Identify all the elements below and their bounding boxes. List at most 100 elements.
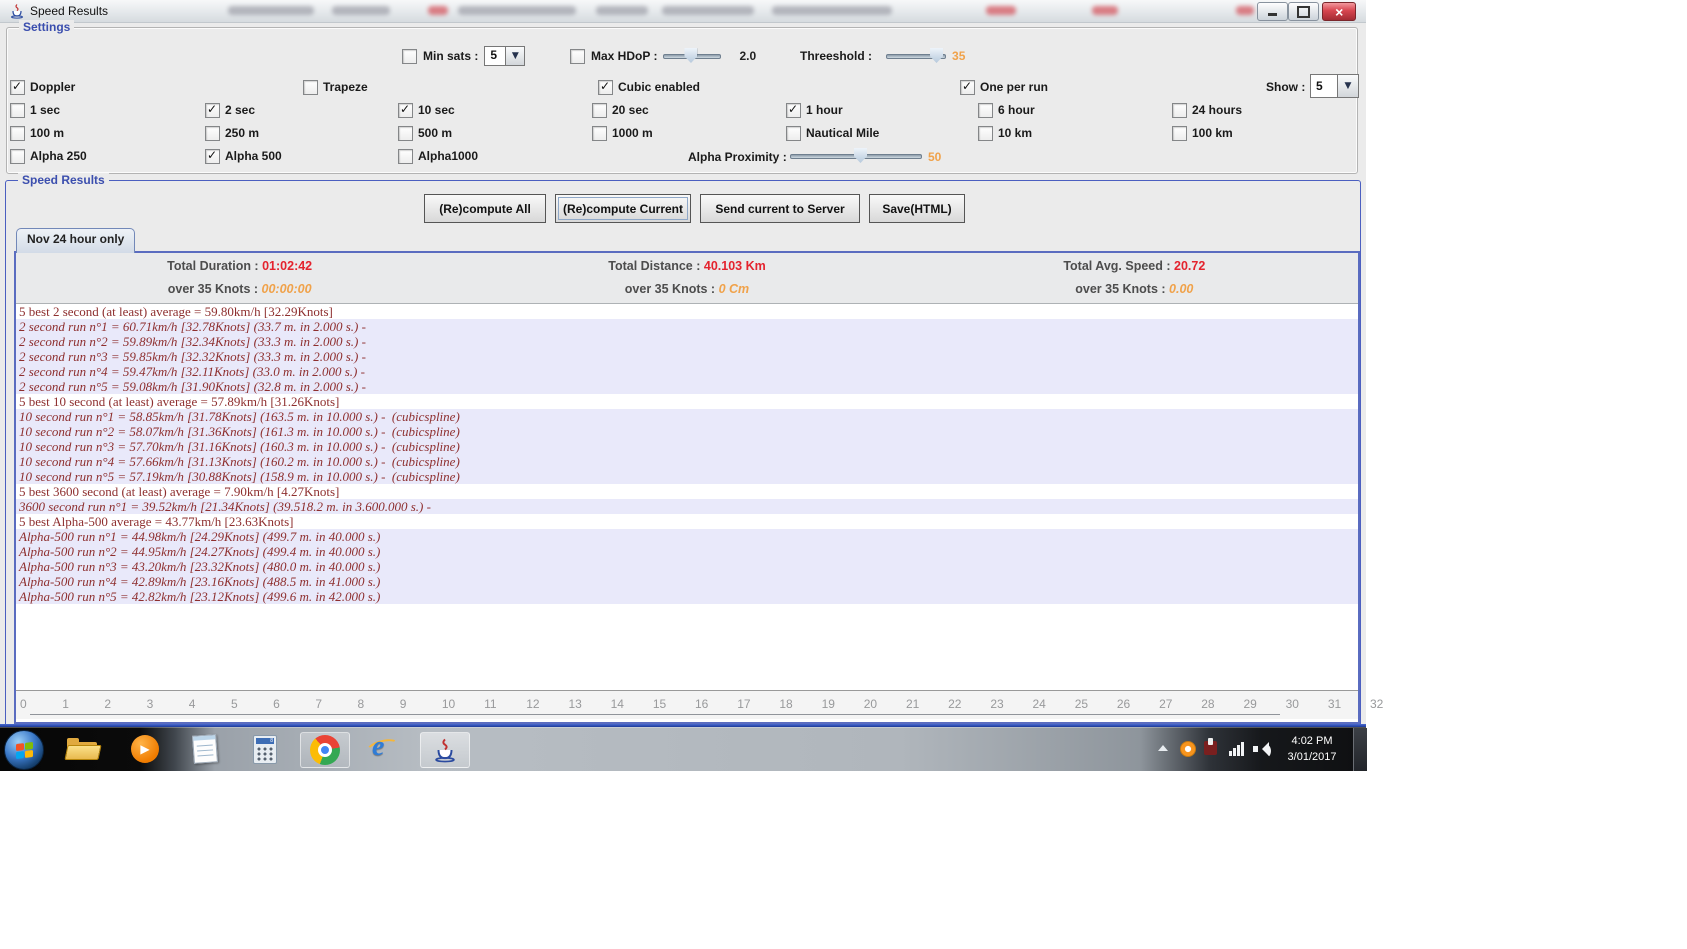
checkbox-alpha-1000[interactable]: Alpha1000 <box>398 148 478 164</box>
checkbox-box <box>205 126 220 141</box>
show-value: 5 <box>1310 74 1337 98</box>
checkbox-box <box>205 103 220 118</box>
checkbox-500-m[interactable]: 500 m <box>398 125 452 141</box>
stat-over-value: 00:00:00 <box>262 282 312 296</box>
checkbox-label: 500 m <box>418 126 452 140</box>
checkbox-label: Alpha1000 <box>418 149 478 163</box>
ruler-tick: 30 <box>1284 691 1326 719</box>
show-desktop-button[interactable] <box>1353 728 1367 771</box>
maximize-button[interactable] <box>1288 2 1319 21</box>
result-line: 10 second run n°3 = 57.70km/h [31.16Knot… <box>16 439 1358 454</box>
send-current-to-server-button[interactable]: Send current to Server <box>700 194 860 223</box>
result-line: 2 second run n°3 = 59.85km/h [32.32Knots… <box>16 349 1358 364</box>
checkbox-box <box>592 103 607 118</box>
checkbox-box <box>10 80 25 95</box>
checkbox-one-per-run[interactable]: One per run <box>960 79 1048 95</box>
recompute-all-button[interactable]: (Re)compute All <box>424 194 546 223</box>
checkbox-1000-m[interactable]: 1000 m <box>592 125 653 141</box>
stat-total-distance: Total Distance : 40.103 Km over 35 Knots… <box>463 253 910 303</box>
checkbox-box <box>303 80 318 95</box>
checkbox-nautical-mile[interactable]: Nautical Mile <box>786 125 879 141</box>
checkbox-box <box>978 126 993 141</box>
checkbox-100-m[interactable]: 100 m <box>10 125 64 141</box>
threshold-slider[interactable] <box>886 48 946 64</box>
checkbox-24-hours[interactable]: 24 hours <box>1172 102 1242 118</box>
volume-icon[interactable] <box>1253 742 1271 756</box>
alpha-proximity-slider[interactable] <box>790 148 922 164</box>
checkbox-label: 20 sec <box>612 103 649 117</box>
titlebar-ghost <box>986 6 1016 15</box>
checkbox-doppler[interactable]: Doppler <box>10 79 75 95</box>
checkbox-label: 6 hour <box>998 103 1035 117</box>
taskbar-calculator[interactable]: 8 <box>246 732 284 766</box>
checkbox-box <box>592 126 607 141</box>
result-line: Alpha-500 run n°4 = 42.89km/h [23.16Knot… <box>16 574 1358 589</box>
result-line: Alpha-500 run n°2 = 44.95km/h [24.27Knot… <box>16 544 1358 559</box>
checkbox-1-hour[interactable]: 1 hour <box>786 102 843 118</box>
checkbox-2-sec[interactable]: 2 sec <box>205 102 255 118</box>
checkbox-6-hour[interactable]: 6 hour <box>978 102 1035 118</box>
checkbox-alpha-250[interactable]: Alpha 250 <box>10 148 87 164</box>
checkbox-label: Trapeze <box>323 80 368 94</box>
hidden-icons-chevron-icon[interactable] <box>1158 745 1168 751</box>
checkbox-box <box>978 103 993 118</box>
max-hdop-group: Max HDoP : 2.0 <box>570 46 756 66</box>
folder-icon <box>67 738 99 760</box>
taskbar-java-application[interactable] <box>420 732 470 768</box>
ruler-scrollbar-line[interactable] <box>30 714 1280 715</box>
titlebar[interactable]: Speed Results × <box>0 0 1366 23</box>
taskbar-notepad[interactable] <box>186 732 224 766</box>
stat-label: Total Distance : <box>608 259 700 273</box>
checkbox-label: 10 sec <box>418 103 455 117</box>
checkbox-box <box>1172 103 1187 118</box>
result-line: 5 best Alpha-500 average = 43.77km/h [23… <box>16 514 1358 529</box>
close-button[interactable]: × <box>1322 2 1356 21</box>
save-html-button[interactable]: Save(HTML) <box>869 194 965 223</box>
checkbox-1-sec[interactable]: 1 sec <box>10 102 60 118</box>
slider-thumb[interactable] <box>684 48 697 63</box>
chevron-down-icon[interactable]: ▼ <box>505 46 525 66</box>
taskbar-chrome[interactable] <box>300 732 350 768</box>
checkbox-label: 2 sec <box>225 103 255 117</box>
checkbox-box <box>786 126 801 141</box>
network-icon[interactable] <box>1229 742 1247 756</box>
checkbox-box <box>398 126 413 141</box>
stat-value: 20.72 <box>1174 259 1205 273</box>
taskbar-windows-explorer[interactable] <box>64 732 102 766</box>
recompute-current-button[interactable]: (Re)compute Current <box>555 194 691 223</box>
tray-orange-icon[interactable] <box>1180 741 1196 757</box>
checkbox-10-sec[interactable]: 10 sec <box>398 102 455 118</box>
app-window: Speed Results × Settings Min sats : 5 <box>0 0 1366 727</box>
chevron-down-icon[interactable]: ▼ <box>1337 74 1359 98</box>
stat-value: 40.103 Km <box>704 259 766 273</box>
max-hdop-checkbox[interactable] <box>570 49 585 64</box>
settings-panel-title: Settings <box>19 20 74 34</box>
tab-nov-24-hour-only[interactable]: Nov 24 hour only <box>16 228 135 253</box>
show-select[interactable]: 5 ▼ <box>1310 74 1359 98</box>
slider-thumb[interactable] <box>930 48 943 63</box>
tray-power-icon[interactable] <box>1204 741 1217 755</box>
chrome-icon <box>310 735 340 765</box>
checkbox-20-sec[interactable]: 20 sec <box>592 102 649 118</box>
taskbar-clock[interactable]: 4:02 PM 3/01/2017 <box>1276 733 1348 765</box>
checkbox-10-km[interactable]: 10 km <box>978 125 1032 141</box>
minimize-button[interactable] <box>1257 2 1288 21</box>
checkbox-cubic-enabled[interactable]: Cubic enabled <box>598 79 700 95</box>
checkbox-trapeze[interactable]: Trapeze <box>303 79 368 95</box>
checkbox-100-km[interactable]: 100 km <box>1172 125 1233 141</box>
checkbox-label: One per run <box>980 80 1048 94</box>
min-sats-checkbox[interactable] <box>402 49 417 64</box>
min-sats-select[interactable]: 5 ▼ <box>484 46 525 66</box>
taskbar-media-player[interactable]: ▶ <box>126 732 164 766</box>
checkbox-label: 1 sec <box>30 103 60 117</box>
checkbox-250-m[interactable]: 250 m <box>205 125 259 141</box>
taskbar-internet-explorer[interactable]: e <box>362 732 400 766</box>
checkbox-alpha-500[interactable]: Alpha 500 <box>205 148 282 164</box>
checkbox-label: 10 km <box>998 126 1032 140</box>
slider-thumb[interactable] <box>854 148 867 163</box>
result-line: Alpha-500 run n°3 = 43.20km/h [23.32Knot… <box>16 559 1358 574</box>
result-line: 10 second run n°4 = 57.66km/h [31.13Knot… <box>16 454 1358 469</box>
start-button[interactable] <box>4 730 44 770</box>
max-hdop-value: 2.0 <box>739 49 756 63</box>
max-hdop-slider[interactable] <box>663 48 721 64</box>
